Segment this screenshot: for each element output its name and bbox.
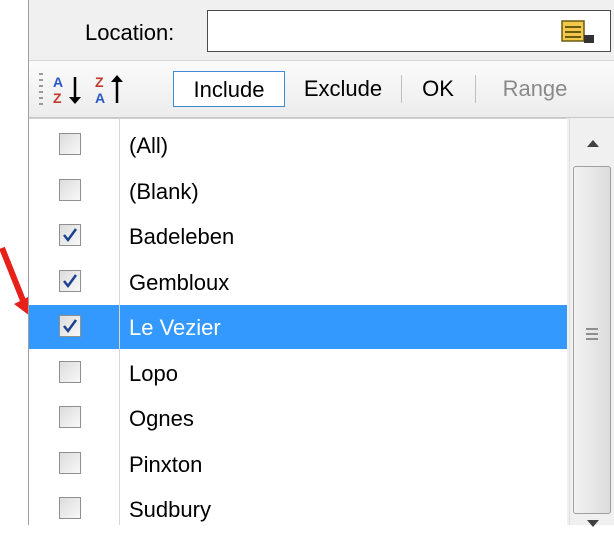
- scroll-up-icon[interactable]: [570, 118, 614, 164]
- location-label: Location:: [85, 20, 175, 45]
- list-item-checkbox[interactable]: [59, 178, 81, 201]
- checkmark-icon: [63, 228, 78, 243]
- list-item-checkbox[interactable]: [59, 269, 81, 292]
- list-item[interactable]: Sudbury: [29, 487, 567, 526]
- svg-text:Z: Z: [53, 90, 62, 106]
- list-item-label: Lopo: [129, 360, 178, 386]
- location-row: Location:: [29, 0, 614, 58]
- list-item[interactable]: Gembloux: [29, 260, 567, 304]
- list-item-checkbox[interactable]: [59, 406, 81, 428]
- list-item[interactable]: Pinxton: [29, 442, 567, 486]
- svg-text:Z: Z: [95, 74, 104, 90]
- list-item-label: Pinxton: [129, 451, 203, 477]
- list-item-label: Le Vezier: [129, 315, 221, 340]
- list-item-label: Gembloux: [129, 269, 230, 295]
- list-item-checkbox[interactable]: [59, 315, 81, 337]
- list-item[interactable]: Ognes: [29, 396, 567, 440]
- list-item[interactable]: Lopo: [29, 351, 567, 395]
- ok-button[interactable]: OK: [413, 71, 463, 107]
- svg-text:A: A: [53, 74, 63, 90]
- list-item-checkbox[interactable]: [59, 224, 81, 246]
- filter-toolbar: A Z Z A Include Exclude OK Range: [29, 60, 614, 118]
- sort-ascending-icon[interactable]: A Z: [51, 71, 85, 107]
- list-item-checkbox[interactable]: [59, 133, 81, 155]
- list-item[interactable]: (Blank): [29, 169, 567, 213]
- toolbar-grip[interactable]: [39, 73, 43, 105]
- toolbar-separator: [401, 75, 402, 103]
- exclude-button[interactable]: Exclude: [291, 71, 395, 107]
- svg-text:A: A: [95, 90, 105, 106]
- list-item[interactable]: Le Vezier: [29, 305, 567, 349]
- filter-panel: Location: A Z Z A Include Exclude OK Ran…: [28, 0, 614, 527]
- range-button[interactable]: Range: [485, 71, 585, 107]
- sort-descending-icon[interactable]: Z A: [93, 71, 127, 107]
- scrollbar-grip-icon: [586, 328, 598, 340]
- scrollbar-thumb[interactable]: [573, 166, 611, 514]
- list-item[interactable]: Badeleben: [29, 214, 567, 258]
- list-item-checkbox[interactable]: [59, 497, 81, 519]
- vertical-scrollbar[interactable]: [569, 118, 614, 527]
- list-item-label: Sudbury: [129, 497, 211, 522]
- location-browse-icon[interactable]: [560, 17, 596, 45]
- list-item[interactable]: (All): [29, 123, 567, 167]
- list-column-divider: [119, 118, 120, 525]
- list-item-label: Badeleben: [129, 224, 235, 249]
- list-item-label: (Blank): [129, 178, 199, 204]
- list-item-checkbox[interactable]: [59, 451, 81, 474]
- include-button[interactable]: Include: [173, 71, 285, 107]
- list-item-label: Ognes: [129, 406, 194, 431]
- checkmark-icon: [63, 273, 78, 288]
- list-item-checkbox[interactable]: [59, 360, 81, 383]
- scroll-down-icon[interactable]: [570, 514, 614, 534]
- list-item-label: (All): [129, 133, 169, 158]
- location-input[interactable]: [207, 10, 611, 52]
- value-list: (All) (Blank) Badeleben Gembloux Le Vezier Lo…: [29, 118, 567, 526]
- checkmark-icon: [63, 319, 78, 334]
- toolbar-separator: [475, 75, 476, 103]
